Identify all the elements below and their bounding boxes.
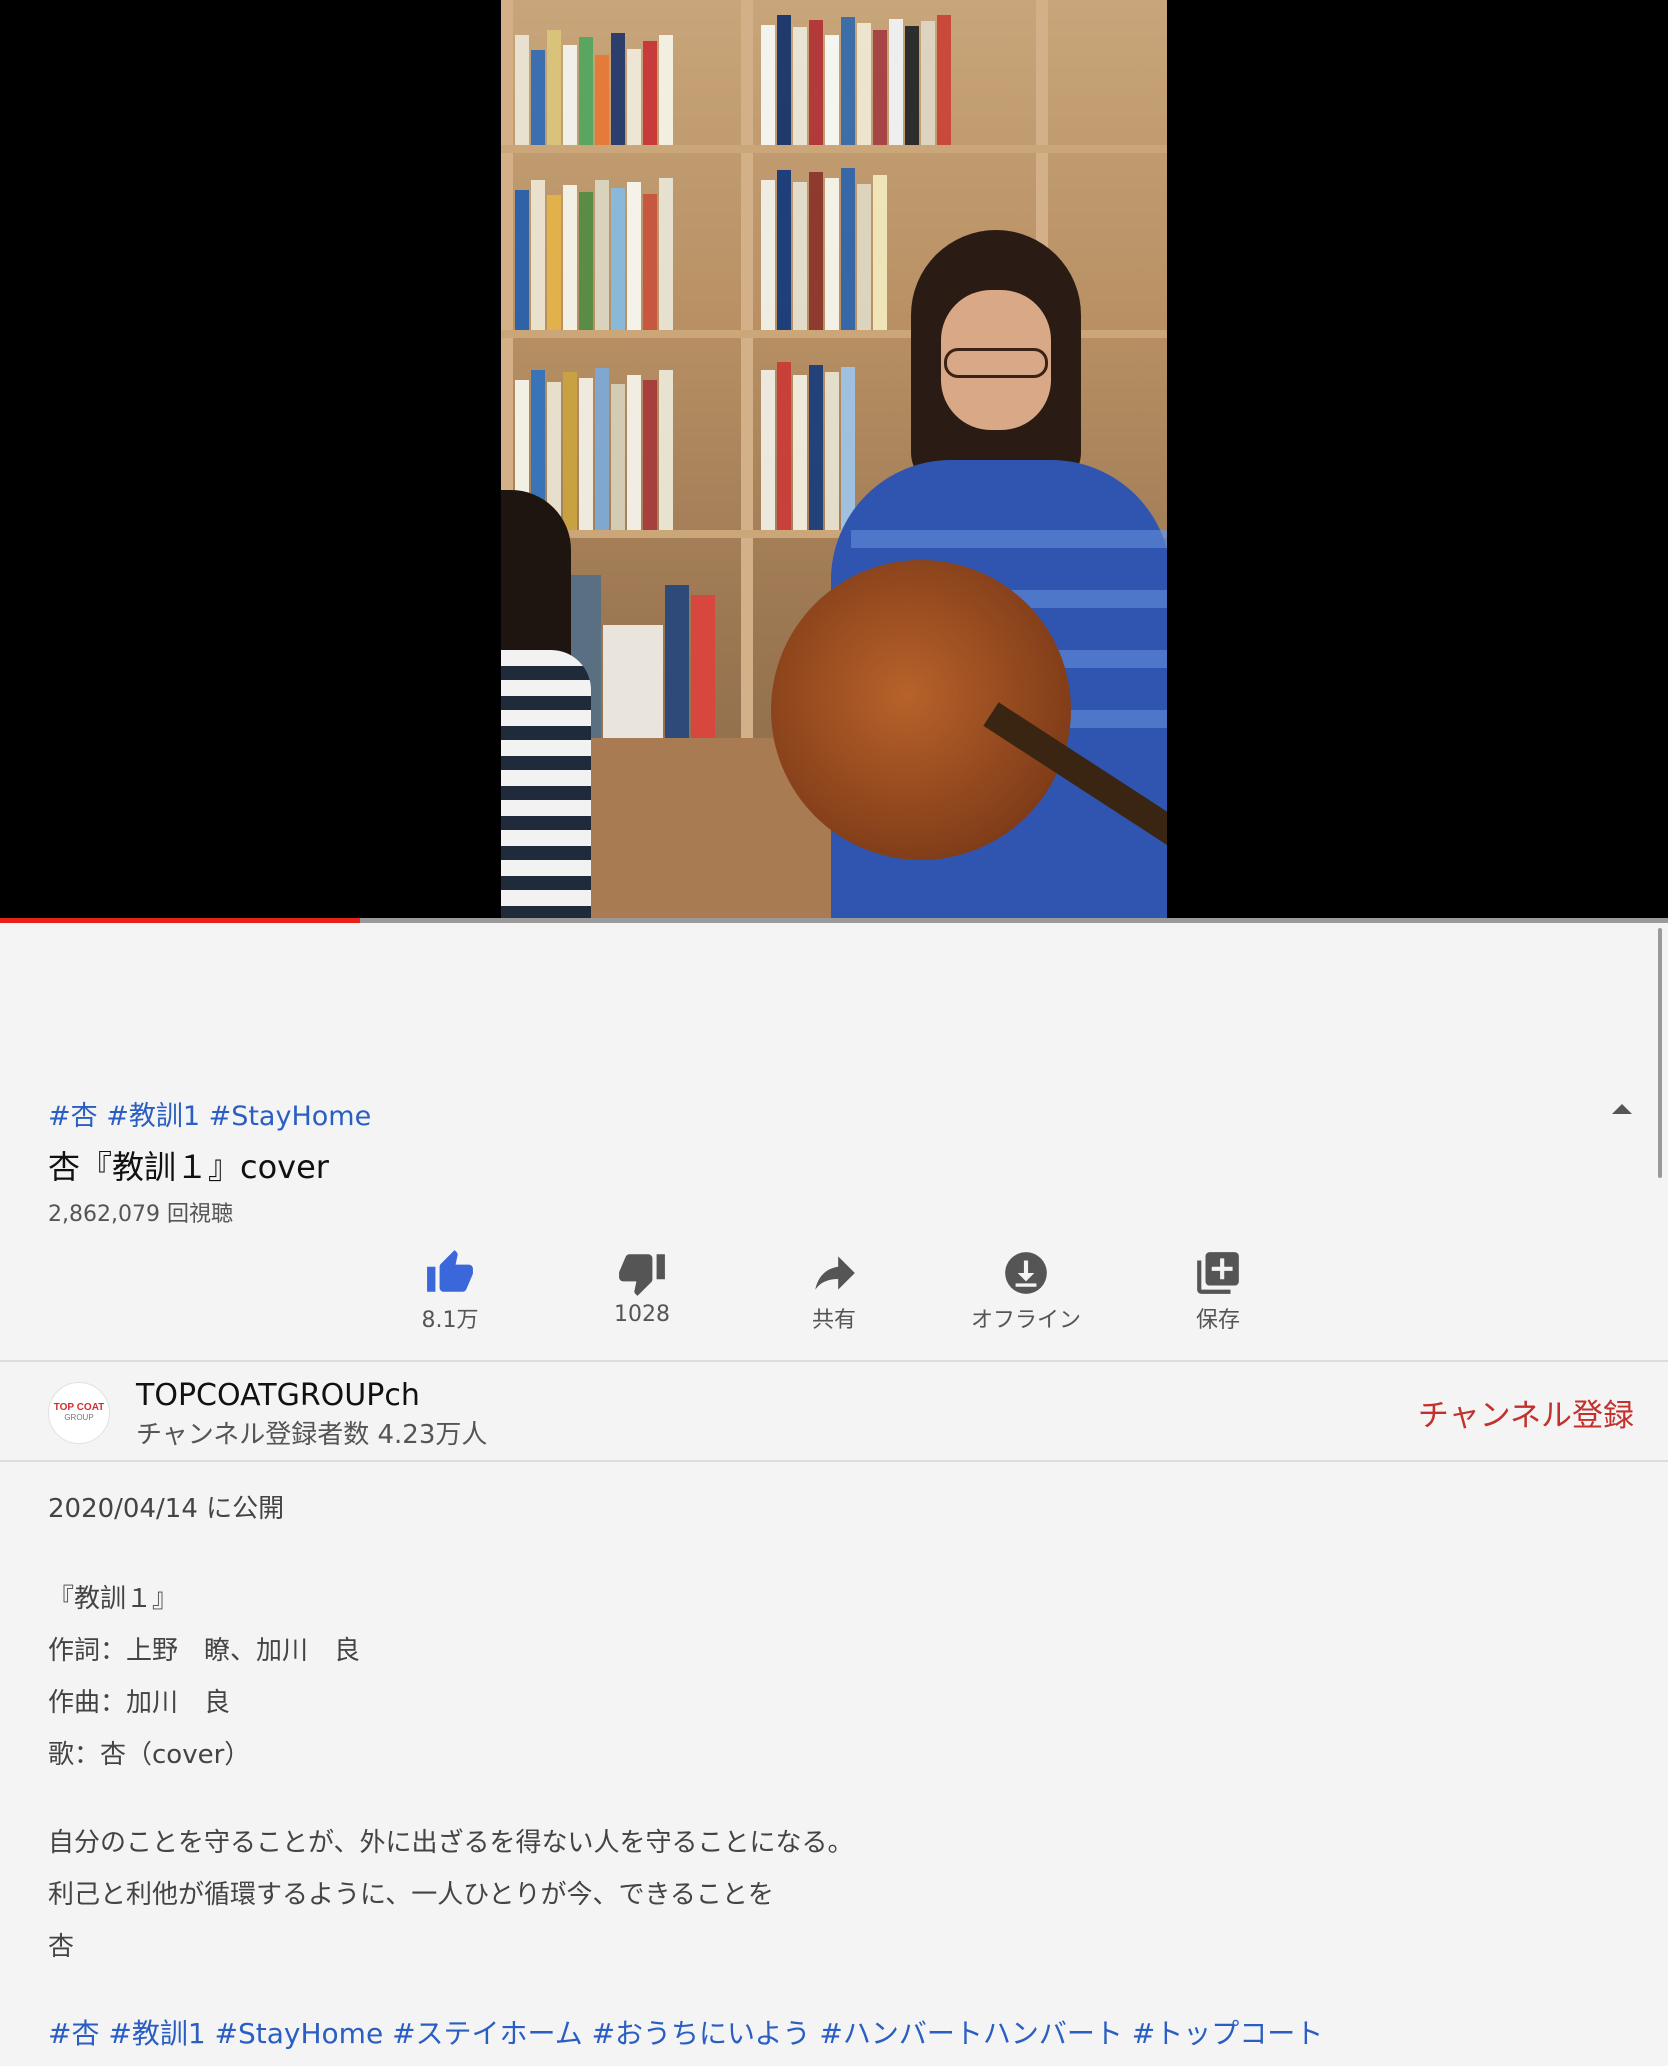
description-line: 『教訓１』	[48, 1584, 179, 1614]
save-label: 保存	[1195, 1308, 1240, 1333]
divider	[0, 1360, 1668, 1362]
share-button[interactable]: 共有	[764, 1248, 904, 1334]
video-hashtags[interactable]: #杏 #教訓1 #StayHome	[48, 1094, 371, 1133]
progress-bar[interactable]	[0, 918, 1668, 923]
like-count: 8.1万	[421, 1308, 479, 1333]
channel-subscriber-count: チャンネル登録者数 4.23万人	[136, 1420, 488, 1450]
description-line: 杏	[48, 1932, 75, 1962]
divider	[0, 1460, 1668, 1462]
description-line: 作詞：上野 瞭、加川 良	[48, 1636, 361, 1666]
avatar-logo-subtext: GROUP	[64, 1413, 94, 1422]
description-hashtags[interactable]: #杏 #教訓1 #StayHome #ステイホーム #おうちにいよう #ハンバー…	[48, 2012, 1323, 2052]
thumbs-down-icon	[619, 1254, 665, 1296]
scrollbar[interactable]	[1658, 928, 1662, 1178]
subscribe-button[interactable]: チャンネル登録	[1418, 1390, 1634, 1435]
view-count: 2,862,079 回視聴	[48, 1202, 233, 1227]
publish-date: 2020/04/14 に公開	[48, 1494, 285, 1524]
description-line: 歌：杏（cover）	[48, 1740, 251, 1770]
share-icon	[815, 1256, 855, 1290]
channel-avatar[interactable]: TOP COAT GROUP	[48, 1382, 110, 1444]
video-frame[interactable]	[501, 0, 1167, 918]
channel-name[interactable]: TOPCOATGROUPch	[136, 1378, 420, 1413]
collapse-chevron-icon[interactable]	[1612, 1104, 1632, 1114]
thumbs-up-icon	[427, 1250, 473, 1292]
dislike-count: 1028	[614, 1302, 670, 1327]
dislike-button[interactable]: 1028	[572, 1248, 712, 1327]
save-button[interactable]: 保存	[1148, 1248, 1288, 1334]
action-bar: 8.1万 1028 共有 オフライン 保存	[0, 1248, 1668, 1338]
add-to-playlist-icon	[1197, 1252, 1239, 1294]
progress-fill	[0, 918, 361, 923]
like-button[interactable]: 8.1万	[380, 1248, 520, 1334]
avatar-logo-text: TOP COAT	[53, 1402, 105, 1413]
download-icon	[1005, 1252, 1047, 1294]
description-line: 自分のことを守ることが、外に出ざるを得ない人を守ることになる。	[48, 1828, 854, 1858]
offline-label: オフライン	[970, 1308, 1081, 1333]
offline-button[interactable]: オフライン	[956, 1248, 1096, 1334]
description-line: 作曲：加川 良	[48, 1688, 231, 1718]
description-line: 利己と利他が循環するように、一人ひとりが今、できることを	[48, 1880, 774, 1910]
share-label: 共有	[811, 1308, 856, 1333]
video-title: 杏『教訓１』cover	[48, 1148, 329, 1186]
video-player[interactable]	[0, 0, 1668, 923]
